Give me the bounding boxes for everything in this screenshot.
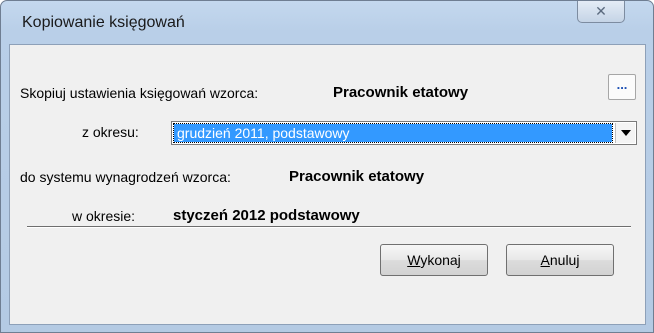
close-icon: ✕ [595, 3, 607, 19]
chevron-down-icon [620, 130, 631, 136]
browse-pattern-button[interactable]: ... [608, 74, 636, 100]
dialog-title: Kopiowanie księgowań [22, 14, 185, 31]
copy-settings-value: Pracownik etatowy [333, 84, 469, 101]
execute-button[interactable]: Wykonaj [380, 244, 488, 276]
from-period-selected-value: grudzień 2011, podstawowy [173, 123, 613, 143]
separator [27, 226, 631, 228]
in-period-label: w okresie: [72, 208, 136, 224]
from-period-label: z okresu: [82, 124, 139, 140]
in-period-value: styczeń 2012 podstawowy [173, 207, 360, 224]
ellipsis-icon: ... [616, 77, 628, 92]
from-period-select[interactable]: grudzień 2011, podstawowy [171, 121, 637, 145]
title-bar[interactable]: Kopiowanie księgowań ✕ [1, 1, 653, 44]
dialog-body: Skopiuj ustawienia księgowań wzorca: Pra… [9, 44, 646, 325]
to-system-label: do systemu wynagrodzeń wzorca: [20, 169, 231, 185]
to-system-value: Pracownik etatowy [289, 168, 425, 185]
close-button[interactable]: ✕ [577, 1, 625, 23]
cancel-button-accel: A [540, 252, 550, 268]
dialog-window: Kopiowanie księgowań ✕ Skopiuj ustawieni… [0, 0, 654, 333]
copy-settings-label: Skopiuj ustawienia księgowań wzorca: [20, 85, 259, 101]
cancel-button-label: nuluj [549, 252, 580, 268]
dropdown-arrow-button[interactable] [615, 123, 635, 143]
cancel-button[interactable]: Anuluj [506, 244, 614, 276]
execute-button-accel: W [407, 252, 421, 268]
execute-button-label: ykonaj [420, 252, 461, 268]
